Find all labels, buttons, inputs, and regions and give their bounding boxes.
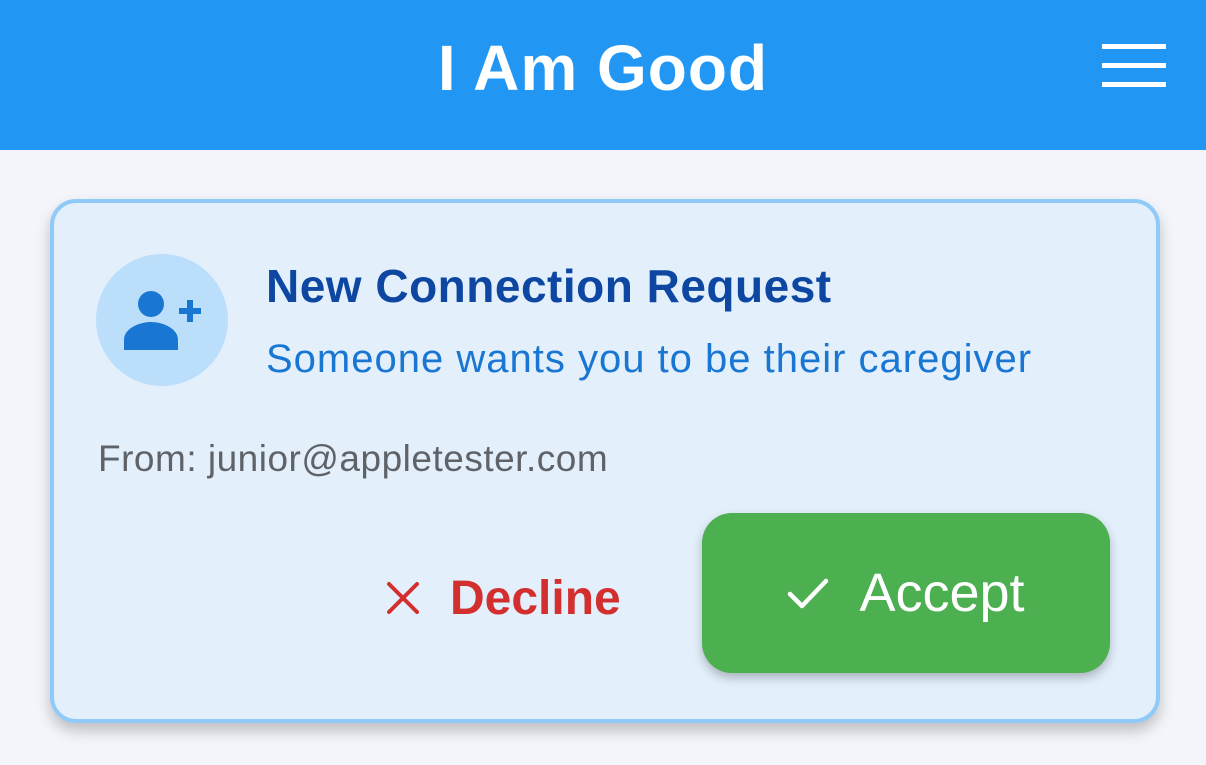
accept-label: Accept [859,563,1025,623]
card-title: New Connection Request [266,260,832,312]
decline-label: Decline [450,571,621,625]
accept-button[interactable]: Accept [702,513,1110,673]
menu-button[interactable] [1092,36,1176,96]
requester-email: From: junior@appletester.com [98,438,609,479]
card-subtitle: Someone wants you to be their caregiver [266,337,1033,381]
hamburger-menu-icon [1102,44,1166,87]
app-title: I Am Good [437,32,769,104]
check-icon [787,577,829,609]
decline-button[interactable]: Decline [372,555,642,641]
connection-request-card: New Connection Request Someone wants you… [50,199,1160,723]
app-bar: I Am Good [0,0,1206,150]
person-add-icon [124,291,201,350]
close-icon [386,581,420,615]
avatar [96,254,228,386]
